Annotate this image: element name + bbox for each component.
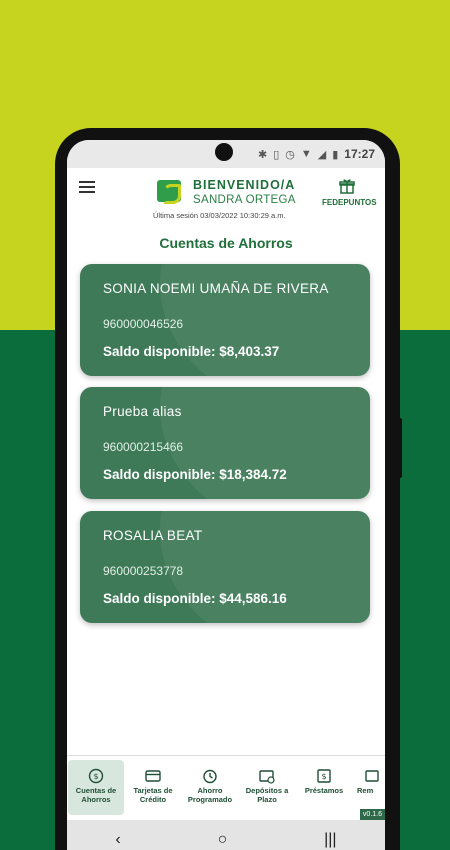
svg-text:$: $: [321, 772, 326, 781]
credit-card-icon: [145, 770, 161, 782]
last-session: Última sesión 03/03/2022 10:30:29 a.m.: [153, 211, 286, 220]
status-time: 17:27: [344, 147, 375, 161]
account-card[interactable]: Prueba alias 960000215466 Saldo disponib…: [80, 387, 370, 499]
svg-text:$: $: [93, 772, 98, 781]
bluetooth-icon: ✱: [257, 148, 268, 161]
welcome-text: BIENVENIDO/A: [193, 178, 296, 192]
account-balance: Saldo disponible: $8,403.37: [103, 344, 280, 359]
loan-icon: $: [317, 769, 331, 783]
scheduled-savings-icon: [203, 769, 217, 784]
bottom-nav: $ Cuentas de Ahorros Tarjetas de Crédito…: [67, 755, 385, 820]
phone-side-button: [397, 418, 402, 478]
app-header: BIENVENIDO/A SANDRA ORTEGA Última sesión…: [67, 168, 385, 226]
page-title: Cuentas de Ahorros: [159, 235, 293, 251]
nav-loans[interactable]: $ Préstamos: [296, 760, 352, 815]
nav-savings[interactable]: $ Cuentas de Ahorros: [68, 760, 124, 815]
remittance-icon: [365, 770, 379, 782]
account-name: Prueba alias: [103, 404, 182, 419]
fedepuntos-label[interactable]: FEDEPUNTOS: [322, 198, 377, 207]
menu-icon[interactable]: [79, 181, 95, 193]
vibrate-icon: ▯: [273, 148, 280, 161]
status-bar: ✱ ▯ ◷ ▼ ◢ ▮ 17:27: [67, 140, 385, 168]
home-icon[interactable]: ○: [218, 831, 228, 849]
user-name: SANDRA ORTEGA: [193, 194, 296, 206]
account-number: 960000046526: [103, 317, 184, 331]
wifi-icon: ▼: [300, 148, 312, 160]
account-name: ROSALIA BEAT: [103, 528, 203, 543]
system-nav-bar: ‹ ○ |||: [67, 820, 385, 850]
nav-credit-cards[interactable]: Tarjetas de Crédito: [125, 760, 181, 815]
back-icon[interactable]: ‹: [115, 831, 120, 849]
account-number: 960000215466: [103, 440, 184, 454]
account-card[interactable]: SONIA NOEMI UMAÑA DE RIVERA 960000046526…: [80, 264, 370, 376]
nav-term-deposits[interactable]: Depósitos a Plazo: [239, 760, 295, 815]
account-balance: Saldo disponible: $44,586.16: [103, 591, 287, 606]
term-deposit-icon: [259, 770, 275, 784]
gift-icon[interactable]: [337, 178, 357, 199]
account-card[interactable]: ROSALIA BEAT 960000253778 Saldo disponib…: [80, 511, 370, 623]
battery-icon: ▮: [332, 148, 339, 161]
app-version: v0.1.6: [359, 809, 385, 820]
recents-icon[interactable]: |||: [324, 831, 336, 849]
account-number: 960000253778: [103, 564, 184, 578]
nav-scheduled-savings[interactable]: Ahorro Programado: [182, 760, 238, 815]
alarm-icon: ◷: [285, 148, 295, 161]
phone-screen: ✱ ▯ ◷ ▼ ◢ ▮ 17:27 BIENVENIDO/A SANDRA OR…: [67, 140, 385, 850]
nav-remittances[interactable]: Rem: [353, 760, 385, 815]
signal-icon: ◢: [317, 148, 327, 161]
brand-logo: [157, 180, 181, 204]
account-name: SONIA NOEMI UMAÑA DE RIVERA: [103, 281, 329, 296]
camera-icon: [215, 143, 233, 161]
account-balance: Saldo disponible: $18,384.72: [103, 467, 287, 482]
savings-icon: $: [88, 768, 104, 784]
